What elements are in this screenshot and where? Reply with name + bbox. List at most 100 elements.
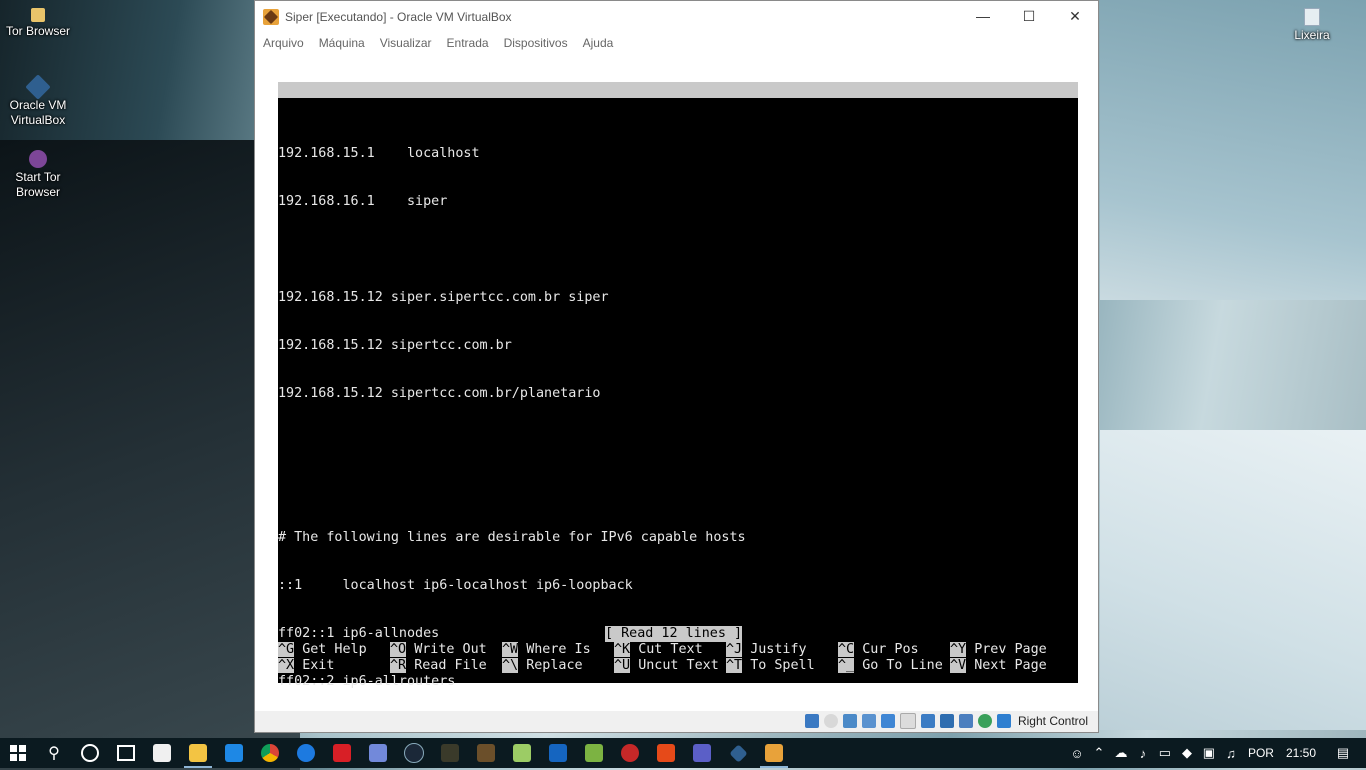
keyboard-icon[interactable] — [996, 714, 1011, 728]
file-line: 192.168.15.12 sipertcc.com.br — [278, 338, 512, 353]
clock[interactable]: 21:50 — [1286, 746, 1316, 760]
menu-maquina[interactable]: Máquina — [319, 36, 365, 50]
shortcut-to-spell: ^T To Spell — [726, 658, 815, 673]
taskbar-office[interactable] — [648, 738, 684, 768]
audio-icon[interactable] — [842, 714, 857, 728]
optical-drive-icon[interactable] — [823, 714, 838, 728]
taskbar-steam[interactable] — [396, 738, 432, 768]
edge-icon — [297, 744, 315, 762]
shortcut-write-out: ^O Write Out — [390, 642, 487, 657]
usb-icon[interactable] — [880, 714, 895, 728]
onedrive-icon[interactable]: ☁ — [1110, 745, 1132, 761]
window-title: Siper [Executando] - Oracle VM VirtualBo… — [285, 9, 512, 24]
taskbar-app-4[interactable] — [612, 738, 648, 768]
shortcut-uncut-text: ^U Uncut Text — [614, 658, 719, 673]
store-icon — [153, 744, 171, 762]
file-line — [278, 434, 746, 450]
start-button[interactable] — [0, 738, 36, 768]
chrome-icon — [261, 744, 279, 762]
file-line: 192.168.15.1 localhost — [278, 146, 480, 161]
taskbar: ⚲ ☺ ⌃ ☁ ♪ ▭ ◆ ▣ ♫ POR 21:50 ▤ — [0, 738, 1366, 768]
battery-icon[interactable]: ▭ — [1154, 745, 1176, 761]
title-bar[interactable]: Siper [Executando] - Oracle VM VirtualBo… — [255, 1, 1098, 32]
shortcut-justify: ^J Justify — [726, 642, 807, 657]
nano-version: GNU nano 2.7.4 — [294, 98, 407, 113]
file-line — [278, 242, 746, 258]
vm-display[interactable]: GNU nano 2.7.4 File: /etc/hosts 192.168.… — [255, 53, 1098, 711]
shortcut-cut-text: ^K Cut Text — [614, 642, 703, 657]
file-line: # The following lines are desirable for … — [278, 530, 746, 545]
taskbar-minecraft[interactable] — [468, 738, 504, 768]
start-icon — [10, 745, 26, 761]
shortcut-cur-pos: ^C Cur Pos — [838, 642, 919, 657]
taskbar-app-3[interactable] — [576, 738, 612, 768]
notepad-icon — [513, 744, 531, 762]
system-tray: ☺ ⌃ ☁ ♪ ▭ ◆ ▣ ♫ POR 21:50 ▤ — [1066, 738, 1366, 768]
shortcut-prev-page: ^Y Prev Page — [950, 642, 1047, 657]
cpu-icon[interactable] — [958, 714, 973, 728]
chevron-up-icon[interactable]: ⌃ — [1088, 745, 1110, 761]
menu-entrada[interactable]: Entrada — [447, 36, 489, 50]
volume-icon[interactable]: ♫ — [1220, 746, 1242, 761]
nano-shortcuts: ^G Get Help ^O Write Out ^W Where Is ^K … — [278, 642, 1078, 674]
desktop-icon-tor-browser[interactable]: Tor Browser — [0, 8, 76, 39]
taskbar-netflix[interactable] — [324, 738, 360, 768]
file-line: 192.168.16.1 siper — [278, 194, 448, 209]
desktop-icon-start-tor[interactable]: Start Tor Browser — [0, 150, 76, 200]
taskbar-file-explorer[interactable] — [180, 738, 216, 768]
taskbar-teams[interactable] — [684, 738, 720, 768]
shared-folders-icon[interactable] — [899, 713, 916, 729]
mouse-integration-icon[interactable] — [977, 714, 992, 728]
maximize-button[interactable]: ☐ — [1006, 1, 1052, 31]
people-icon[interactable]: ☺ — [1066, 746, 1088, 761]
menu-arquivo[interactable]: Arquivo — [263, 36, 304, 50]
display-icon[interactable] — [920, 714, 935, 728]
minimize-button[interactable]: — — [960, 1, 1006, 31]
taskbar-app-2[interactable] — [540, 738, 576, 768]
minecraft-icon — [477, 744, 495, 762]
hard-disk-icon[interactable] — [804, 714, 819, 728]
microphone-icon[interactable]: ♪ — [1132, 746, 1154, 761]
task-view-icon — [117, 745, 135, 761]
taskbar-mail[interactable] — [216, 738, 252, 768]
notifications-icon[interactable]: ▤ — [1332, 745, 1354, 761]
nano-terminal[interactable]: GNU nano 2.7.4 File: /etc/hosts 192.168.… — [278, 82, 1078, 689]
file-line: ::1 localhost ip6-localhost ip6-loopback — [278, 578, 633, 593]
taskbar-store[interactable] — [144, 738, 180, 768]
close-button[interactable]: ✕ — [1052, 1, 1098, 31]
taskbar-edge[interactable] — [288, 738, 324, 768]
menu-dispositivos[interactable]: Dispositivos — [504, 36, 568, 50]
shortcut-exit: ^X Exit — [278, 658, 335, 673]
taskbar-notepad[interactable] — [504, 738, 540, 768]
shortcut-where-is: ^W Where Is — [502, 642, 591, 657]
taskbar-chrome[interactable] — [252, 738, 288, 768]
shortcut-read-file: ^R Read File — [390, 658, 487, 673]
file-line: 192.168.15.12 siper.sipertcc.com.br sipe… — [278, 290, 609, 305]
shield-icon[interactable]: ◆ — [1176, 745, 1198, 761]
desktop-icon-recycle-bin[interactable]: Lixeira — [1274, 8, 1350, 43]
search-button[interactable]: ⚲ — [36, 738, 72, 768]
netflix-icon — [333, 744, 351, 762]
nano-status-message: [ Read 12 lines ] — [605, 626, 743, 642]
taskbar-app-1[interactable] — [432, 738, 468, 768]
shortcut-next-page: ^V Next Page — [950, 658, 1047, 673]
app-icon-4 — [621, 744, 639, 762]
network-icon[interactable] — [861, 714, 876, 728]
task-view-button[interactable] — [108, 738, 144, 768]
wallpaper-window-light — [1100, 0, 1366, 300]
taskbar-discord[interactable] — [360, 738, 396, 768]
folder-icon — [31, 8, 45, 22]
taskbar-virtualbox-vm[interactable] — [756, 738, 792, 768]
shortcut-get-help: ^G Get Help — [278, 642, 367, 657]
network-icon[interactable]: ▣ — [1198, 745, 1220, 761]
shortcut-go-to-line: ^_ Go To Line — [838, 658, 943, 673]
cortana-button[interactable] — [72, 738, 108, 768]
taskbar-virtualbox[interactable] — [720, 738, 756, 768]
office-icon — [657, 744, 675, 762]
language-indicator[interactable]: POR — [1248, 746, 1274, 760]
recording-icon[interactable] — [939, 714, 954, 728]
desktop-icon-virtualbox[interactable]: Oracle VM VirtualBox — [0, 74, 76, 128]
menu-ajuda[interactable]: Ajuda — [583, 36, 614, 50]
menu-visualizar[interactable]: Visualizar — [380, 36, 432, 50]
steam-icon — [404, 743, 424, 763]
